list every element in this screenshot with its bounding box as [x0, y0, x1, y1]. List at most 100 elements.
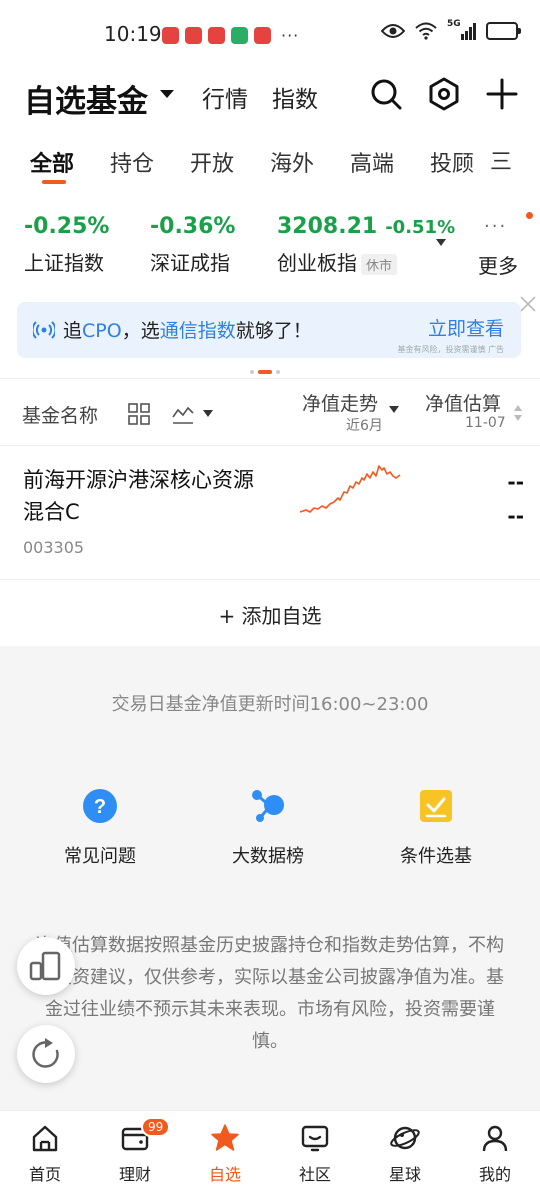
notification-icons: ··· [162, 26, 299, 45]
more-indices-button[interactable]: 更多 [478, 250, 518, 279]
index-name: 深证成指 [150, 251, 230, 275]
checklist-icon [420, 790, 452, 822]
add-icon[interactable] [484, 76, 520, 112]
update-time-note: 交易日基金净值更新时间16:00~23:00 [111, 694, 429, 715]
nav-home[interactable]: 首页 [5, 1123, 85, 1185]
big-data-rank-tool[interactable]: 大数据榜 [208, 788, 328, 868]
index-card-shanghai[interactable]: -0.25% 上证指数 [24, 214, 109, 276]
nav-trend-period: 近6月 [346, 418, 383, 434]
app-notification-icon [254, 27, 271, 44]
chart-toggle-icon[interactable] [172, 403, 194, 425]
category-tabs: 全部 持仓 开放 海外 高端 投顾 三 [0, 126, 540, 192]
tab-high-end[interactable]: 高端 [350, 146, 394, 178]
bottom-navigation: 首页 99 理财 自选 社区 星球 我的 [0, 1110, 540, 1188]
fund-code: 003305 [23, 538, 85, 557]
nav-community[interactable]: 社区 [275, 1123, 355, 1185]
fund-name: 前海开源沪港深核心资源混合C [23, 468, 254, 524]
nav-estimate-column-header[interactable]: 净值估算 [425, 389, 501, 416]
nav-wealth[interactable]: 99 理财 [95, 1117, 175, 1185]
home-icon [32, 1125, 58, 1152]
planet-icon [390, 1126, 420, 1150]
nav-profile[interactable]: 我的 [455, 1123, 535, 1185]
index-expand-icon[interactable] [436, 239, 446, 246]
nav-estimate-date: 11-07 [465, 415, 506, 431]
split-screen-icon [29, 951, 61, 981]
pager-dot [250, 370, 254, 374]
tabs-menu-icon[interactable]: 三 [490, 144, 512, 176]
more-notifications-icon: ··· [281, 26, 300, 45]
eye-icon [381, 24, 405, 38]
ad-banner-area: 追CPO，选通信指数就够了！ 立即查看 基金有风险，投资需谨慎 广告 [0, 296, 540, 378]
banner-text-mid: ，选 [121, 320, 160, 342]
search-icon[interactable] [368, 76, 404, 112]
tab-all[interactable]: 全部 [30, 146, 74, 178]
battery-icon [486, 22, 521, 40]
index-card-chinext[interactable]: 3208.21 -0.51% 创业板指 休市 [277, 214, 455, 276]
user-icon [482, 1125, 508, 1152]
banner-text-prefix: 追 [63, 320, 83, 342]
banner-risk-note: 基金有风险，投资需谨慎 广告 [397, 345, 504, 354]
notification-dot [526, 212, 533, 219]
chart-dropdown-icon[interactable] [203, 410, 213, 417]
table-row[interactable]: 前海开源沪港深核心资源混合C 003305 -- -- [0, 446, 540, 580]
fund-name-column-header: 基金名称 [22, 405, 99, 427]
nav-label: 首页 [28, 1165, 61, 1184]
index-name: 上证指数 [24, 251, 104, 275]
nav-index[interactable]: 指数 [272, 80, 318, 114]
star-icon [211, 1124, 239, 1151]
banner-pager [250, 370, 280, 374]
tab-open[interactable]: 开放 [190, 146, 234, 178]
index-change: -0.51% [385, 217, 456, 238]
nav-label: 星球 [388, 1165, 421, 1184]
network-type: 5G [447, 19, 461, 29]
status-time: 10:19 [104, 22, 162, 46]
sort-icon[interactable] [513, 403, 523, 423]
nav-label: 我的 [478, 1165, 511, 1184]
nav-label: 社区 [298, 1165, 331, 1184]
index-card-shenzhen[interactable]: -0.36% 深证成指 [150, 214, 235, 276]
banner-view-now-link[interactable]: 立即查看 [428, 314, 504, 341]
banner-highlight-cpo: CPO [82, 320, 122, 342]
nav-value: -- [507, 470, 524, 494]
banner-text-suffix: 就够了！ [235, 320, 312, 342]
nav-label: 自选 [208, 1165, 241, 1184]
wechat-notification-icon [231, 27, 248, 44]
pager-dot-active [258, 370, 272, 374]
tool-label: 条件选基 [400, 846, 472, 867]
refresh-icon [32, 1038, 59, 1068]
title-dropdown-icon[interactable] [160, 90, 174, 98]
svg-text:?: ? [94, 796, 106, 818]
nav-watchlist[interactable]: 自选 [185, 1123, 265, 1185]
floating-window-button[interactable] [17, 937, 75, 995]
faq-tool[interactable]: ? 常见问题 [40, 788, 160, 868]
nav-market[interactable]: 行情 [202, 80, 248, 114]
close-icon[interactable] [518, 294, 538, 314]
tool-label: 常见问题 [64, 846, 136, 867]
fund-table-header: 基金名称 净值走势 近6月 净值估算 11-07 [0, 378, 540, 446]
app-notification-icon [208, 27, 225, 44]
more-dots-icon[interactable]: ··· [484, 216, 507, 237]
tab-holdings[interactable]: 持仓 [110, 146, 154, 178]
refresh-button[interactable] [17, 1025, 75, 1083]
tool-label: 大数据榜 [232, 846, 304, 867]
period-dropdown-icon[interactable] [389, 406, 399, 413]
index-change: -0.36% [150, 214, 236, 239]
nav-trend-column-header[interactable]: 净值走势 [302, 389, 378, 416]
banner-text: 追CPO，选通信指数就够了！ [63, 316, 312, 343]
promo-banner[interactable]: 追CPO，选通信指数就够了！ 立即查看 基金有风险，投资需谨慎 广告 [17, 302, 521, 358]
nav-planet[interactable]: 星球 [365, 1123, 445, 1185]
tab-overseas[interactable]: 海外 [270, 146, 314, 178]
settings-hexagon-icon[interactable] [426, 76, 462, 112]
market-closed-badge: 休市 [361, 254, 398, 275]
page-title[interactable]: 自选基金 [24, 76, 148, 121]
network-nodes-icon [252, 790, 284, 822]
add-fund-button[interactable]: + 添加自选 [0, 580, 540, 646]
nav-sparkline [300, 465, 401, 513]
app-notification-icon [185, 27, 202, 44]
condition-filter-tool[interactable]: 条件选基 [376, 788, 496, 868]
nav-label: 理财 [118, 1165, 151, 1184]
app-header: 自选基金 行情 指数 [0, 66, 540, 126]
grid-view-icon[interactable] [128, 403, 150, 425]
index-strip: -0.25% 上证指数 -0.36% 深证成指 3208.21 -0.51% 创业… [0, 192, 540, 296]
nav-estimate: -- [507, 504, 524, 528]
